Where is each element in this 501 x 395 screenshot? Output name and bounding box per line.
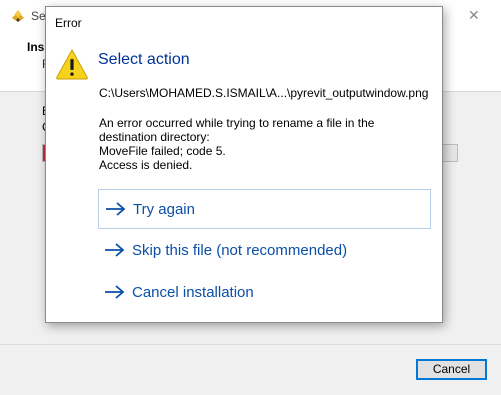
skip-file-command[interactable]: Skip this file (not recommended): [98, 230, 431, 270]
dialog-instruction: Select action: [98, 51, 190, 68]
error-message-line: MoveFile failed; code 5.: [99, 144, 226, 158]
cancel-installation-command[interactable]: Cancel installation: [98, 272, 431, 312]
installer-heading: Ins: [27, 40, 45, 54]
installer-title: Se: [31, 9, 46, 23]
command-label: Cancel installation: [132, 283, 254, 301]
command-label: Try again: [133, 200, 195, 218]
close-icon[interactable]: ✕: [468, 8, 484, 22]
installer-app-icon: [12, 10, 24, 22]
error-dialog-title: Error: [55, 16, 82, 30]
right-arrow-icon: [105, 243, 125, 257]
error-message-line: Access is denied.: [99, 158, 193, 172]
error-message-line: destination directory:: [99, 130, 210, 144]
error-dialog: Error Select action C:\Users\MOHAMED.S.I…: [45, 6, 443, 323]
try-again-command[interactable]: Try again: [98, 189, 431, 229]
warning-triangle-icon: [56, 48, 88, 80]
error-message-line: An error occurred while trying to rename…: [99, 116, 375, 130]
error-message: An error occurred while trying to rename…: [99, 116, 374, 172]
file-path: C:\Users\MOHAMED.S.ISMAIL\A...\pyrevit_o…: [99, 86, 429, 100]
right-arrow-icon: [106, 202, 126, 216]
command-label: Skip this file (not recommended): [132, 241, 348, 259]
error-dialog-titlebar: Error: [46, 7, 442, 37]
footer-divider: [0, 344, 501, 345]
right-arrow-icon: [105, 285, 125, 299]
cancel-button[interactable]: Cancel: [416, 359, 487, 380]
